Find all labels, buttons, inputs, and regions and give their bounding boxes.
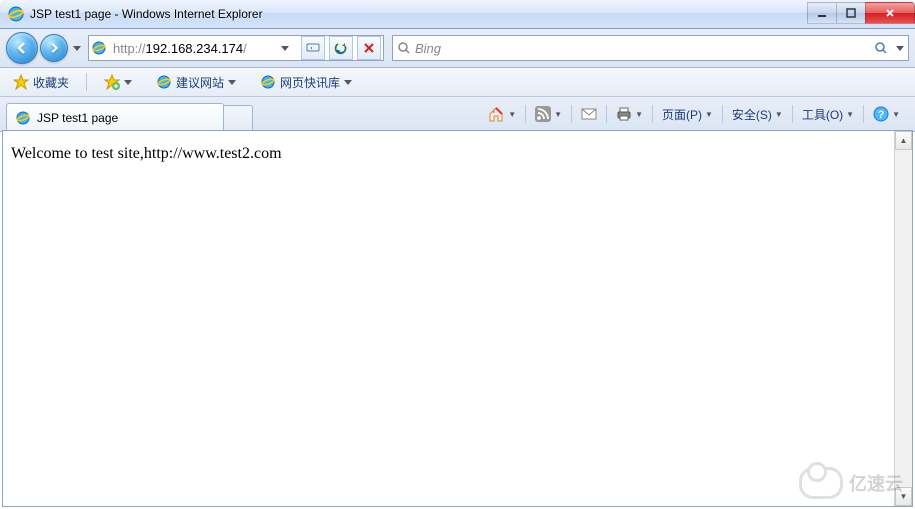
- ie-page-icon: [91, 40, 107, 56]
- forward-button[interactable]: [40, 34, 68, 62]
- page-menu[interactable]: 页面(P)▼: [659, 104, 716, 125]
- titlebar: JSP test1 page - Windows Internet Explor…: [0, 0, 915, 29]
- vertical-scrollbar[interactable]: ▲ ▼: [894, 131, 912, 506]
- watermark: 亿速云: [799, 467, 903, 499]
- webslices-button[interactable]: 网页快讯库: [253, 71, 359, 94]
- star-add-icon: [104, 74, 120, 90]
- safety-menu[interactable]: 安全(S)▼: [729, 104, 786, 125]
- page-body: Welcome to test site,http://www.test2.co…: [3, 131, 894, 506]
- tab-active[interactable]: JSP test1 page: [6, 103, 224, 132]
- rss-icon: [535, 106, 551, 122]
- window-title: JSP test1 page - Windows Internet Explor…: [30, 7, 808, 21]
- ie-logo-icon: [8, 6, 24, 22]
- tab-bar: JSP test1 page ▼ ▼ ▼ 页面(P)▼ 安全(S)▼ 工具(O)…: [0, 97, 915, 132]
- svg-text:?: ?: [878, 109, 885, 121]
- url-dropdown[interactable]: [273, 36, 297, 60]
- mail-button[interactable]: [578, 106, 600, 122]
- stop-button[interactable]: [357, 36, 381, 60]
- cloud-icon: [799, 467, 843, 499]
- favorites-bar: 收藏夹 建议网站 网页快讯库: [0, 68, 915, 97]
- navigation-toolbar: http://192.168.234.174/ Bing: [0, 29, 915, 68]
- content-viewport: Welcome to test site,http://www.test2.co…: [2, 130, 913, 507]
- ie-page-icon: [15, 110, 31, 126]
- star-icon: [13, 74, 29, 90]
- page-text: Welcome to test site,http://www.test2.co…: [11, 145, 282, 162]
- back-button[interactable]: [6, 32, 38, 64]
- feeds-button[interactable]: ▼: [532, 104, 565, 124]
- new-tab-button[interactable]: [224, 105, 253, 132]
- print-icon: [616, 106, 632, 122]
- command-bar: ▼ ▼ ▼ 页面(P)▼ 安全(S)▼ 工具(O)▼ ?▼: [253, 97, 909, 131]
- search-placeholder: Bing: [415, 41, 866, 56]
- suggested-sites-button[interactable]: 建议网站: [149, 71, 243, 94]
- mail-icon: [581, 108, 597, 120]
- favorites-button[interactable]: 收藏夹: [6, 71, 76, 94]
- search-bar[interactable]: Bing: [392, 35, 909, 61]
- nav-history-dropdown[interactable]: [70, 35, 84, 61]
- search-icon: [397, 41, 411, 55]
- print-button[interactable]: ▼: [613, 104, 646, 124]
- ie-icon: [260, 74, 276, 90]
- search-submit-button[interactable]: [870, 37, 892, 59]
- refresh-button[interactable]: [329, 36, 353, 60]
- add-favorite-button[interactable]: [97, 71, 139, 93]
- tools-menu[interactable]: 工具(O)▼: [799, 104, 857, 125]
- search-dropdown[interactable]: [896, 46, 904, 51]
- address-bar[interactable]: http://192.168.234.174/: [88, 35, 384, 61]
- window-controls: [808, 2, 915, 22]
- minimize-button[interactable]: [807, 2, 837, 24]
- home-icon: [487, 105, 505, 123]
- help-icon: ?: [873, 106, 889, 122]
- compat-view-button[interactable]: [301, 36, 325, 60]
- tab-title: JSP test1 page: [37, 111, 118, 125]
- maximize-button[interactable]: [836, 2, 866, 24]
- help-button[interactable]: ?▼: [870, 104, 903, 124]
- url-text: http://192.168.234.174/: [111, 41, 269, 56]
- ie-icon: [156, 74, 172, 90]
- home-button[interactable]: ▼: [484, 103, 519, 125]
- scroll-up-button[interactable]: ▲: [895, 131, 912, 150]
- close-button[interactable]: [865, 2, 915, 24]
- separator: [86, 73, 87, 91]
